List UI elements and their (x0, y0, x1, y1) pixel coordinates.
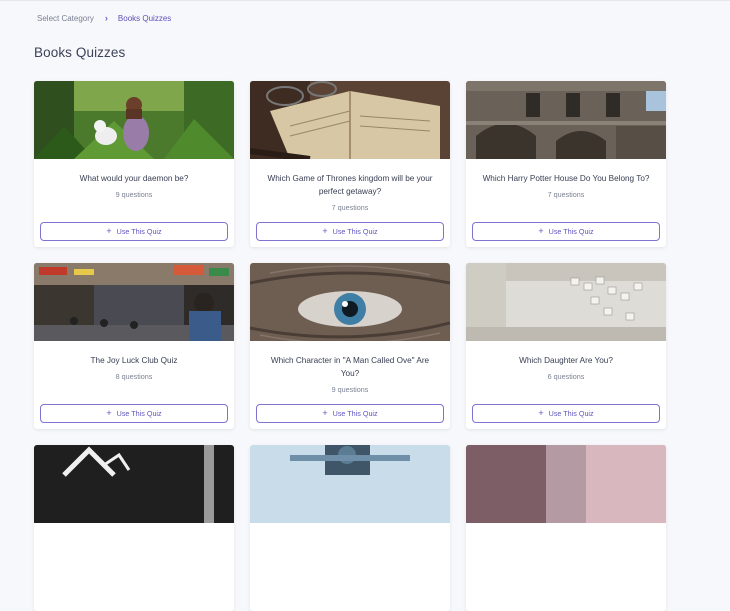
button-label: Use This Quiz (548, 409, 594, 418)
quiz-title: Which Harry Potter House Do You Belong T… (482, 174, 650, 183)
quiz-thumbnail (34, 81, 234, 159)
quiz-card: Which Game of Thrones kingdom will be yo… (250, 81, 450, 247)
quiz-card: Which Daughter Are You? 6 questions + Us… (466, 263, 666, 429)
use-this-quiz-button[interactable]: + Use This Quiz (256, 404, 444, 423)
quiz-thumbnail (250, 263, 450, 341)
quiz-thumbnail (250, 81, 450, 159)
button-label: Use This Quiz (548, 227, 594, 236)
question-count: 7 questions (547, 190, 585, 199)
quiz-card (34, 445, 234, 611)
quiz-card: The Joy Luck Club Quiz 8 questions + Use… (34, 263, 234, 429)
quiz-card (466, 445, 666, 611)
quiz-thumbnail (34, 445, 234, 523)
quiz-thumbnail (250, 445, 450, 523)
quiz-title: The Joy Luck Club Quiz (90, 356, 178, 365)
button-label: Use This Quiz (116, 409, 162, 418)
quiz-title: Which Daughter Are You? (519, 356, 613, 365)
use-this-quiz-button[interactable]: + Use This Quiz (40, 222, 228, 241)
breadcrumb-select-category[interactable]: Select Category (37, 14, 94, 23)
chevron-right-icon: › (104, 13, 108, 23)
use-this-quiz-button[interactable]: + Use This Quiz (256, 222, 444, 241)
plus-icon: + (322, 226, 328, 236)
quiz-grid: What would your daemon be? 9 questions +… (34, 81, 666, 611)
question-count: 6 questions (547, 372, 585, 381)
quiz-title: What would your daemon be? (79, 174, 189, 183)
button-label: Use This Quiz (332, 409, 378, 418)
quiz-card: Which Harry Potter House Do You Belong T… (466, 81, 666, 247)
plus-icon: + (106, 408, 112, 418)
quiz-card (250, 445, 450, 611)
page-title: Books Quizzes (34, 45, 126, 60)
plus-icon: + (538, 226, 544, 236)
quiz-card: Which Character in "A Man Called Ove" Ar… (250, 263, 450, 429)
question-count: 8 questions (115, 372, 153, 381)
quiz-thumbnail (466, 445, 666, 523)
use-this-quiz-button[interactable]: + Use This Quiz (40, 404, 228, 423)
button-label: Use This Quiz (116, 227, 162, 236)
plus-icon: + (538, 408, 544, 418)
quiz-thumbnail (466, 81, 666, 159)
question-count: 9 questions (115, 190, 153, 199)
question-count: 7 questions (331, 203, 369, 212)
quiz-thumbnail (466, 263, 666, 341)
quiz-title: Which Game of Thrones kingdom will be yo… (267, 174, 433, 196)
question-count: 9 questions (331, 385, 369, 394)
quiz-card: What would your daemon be? 9 questions +… (34, 81, 234, 247)
top-border (0, 0, 730, 1)
quiz-title: Which Character in "A Man Called Ove" Ar… (270, 356, 430, 378)
quiz-thumbnail (34, 263, 234, 341)
plus-icon: + (106, 226, 112, 236)
breadcrumb: Select Category › Books Quizzes (37, 13, 171, 23)
use-this-quiz-button[interactable]: + Use This Quiz (472, 222, 660, 241)
button-label: Use This Quiz (332, 227, 378, 236)
breadcrumb-current: Books Quizzes (117, 13, 172, 23)
use-this-quiz-button[interactable]: + Use This Quiz (472, 404, 660, 423)
plus-icon: + (322, 408, 328, 418)
